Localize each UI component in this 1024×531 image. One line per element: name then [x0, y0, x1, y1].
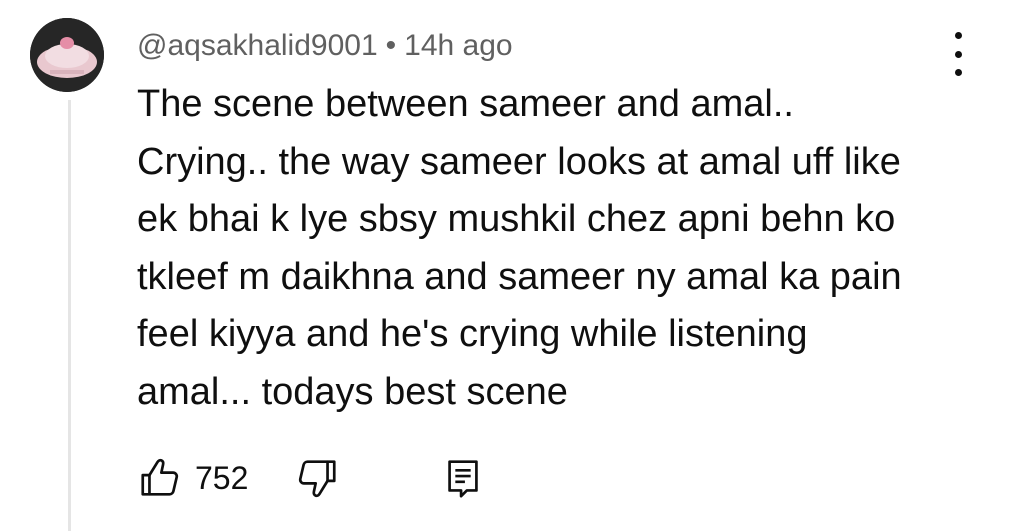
- comment-line: Crying.. the way sameer looks at amal uf…: [137, 140, 901, 183]
- reply-button[interactable]: [440, 455, 486, 501]
- thread-line: [68, 100, 71, 531]
- comment-line: amal... todays best scene: [137, 370, 568, 413]
- vertical-ellipsis-icon: [954, 69, 962, 76]
- comment-text: The scene between sameer and amal.. Cryi…: [137, 76, 957, 421]
- author-handle[interactable]: @aqsakhalid9001: [137, 29, 378, 62]
- meta-separator: •: [385, 29, 397, 62]
- avatar-image: [30, 18, 104, 92]
- comment-line: ek bhai k lye sbsy mushkil chez apni beh…: [137, 198, 896, 240]
- reply-icon: [448, 460, 478, 498]
- more-options-button[interactable]: [940, 32, 976, 76]
- comment-time[interactable]: 14h ago: [404, 29, 512, 62]
- like-count: 752: [195, 459, 249, 496]
- vertical-ellipsis-icon: [954, 32, 962, 39]
- avatar[interactable]: [30, 18, 104, 92]
- dislike-button[interactable]: [294, 455, 340, 501]
- thumbs-down-icon: [298, 460, 336, 498]
- comment-line: The scene between sameer and amal..: [137, 83, 794, 125]
- like-button[interactable]: 752: [137, 455, 248, 501]
- vertical-ellipsis-icon: [954, 50, 962, 58]
- comment-line: feel kiyya and he's crying while listeni…: [137, 313, 808, 355]
- thumbs-up-icon: [141, 458, 179, 496]
- comment-meta: @aqsakhalid9001 • 14h ago: [137, 26, 513, 66]
- comment-line: tkleef m daikhna and sameer ny amal ka p…: [137, 255, 902, 298]
